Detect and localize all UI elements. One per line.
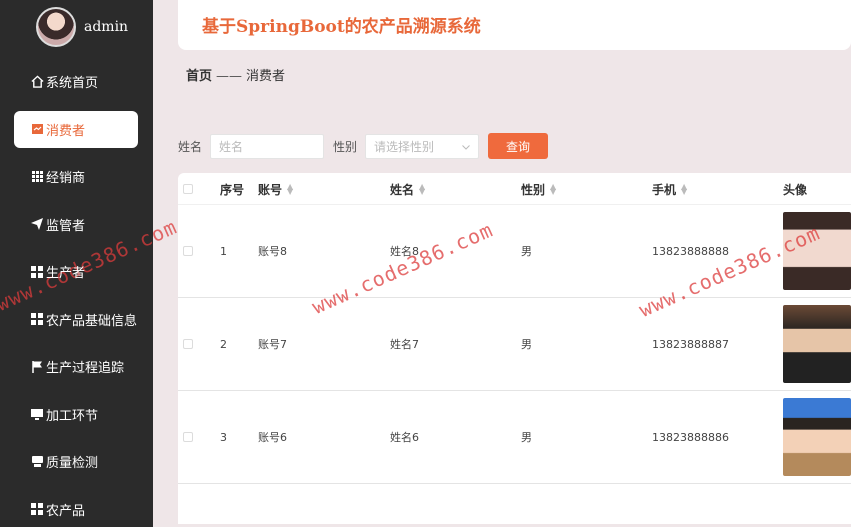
- breadcrumb-home[interactable]: 首页: [186, 69, 212, 84]
- sidebar-item-label: 经销商: [46, 171, 86, 187]
- sidebar-item-label: 系统首页: [46, 76, 99, 92]
- cell-account: 账号8: [258, 245, 287, 258]
- cell-account: 账号6: [258, 431, 287, 444]
- grid-icon: [30, 265, 44, 279]
- avatar-photo[interactable]: [783, 212, 851, 290]
- sidebar-item-label: 监管者: [46, 218, 86, 234]
- table-row[interactable]: 1 账号8 姓名8 男 13823888888: [178, 205, 851, 298]
- user-info[interactable]: admin: [36, 7, 128, 47]
- grid-icon: [30, 170, 44, 184]
- select-all-checkbox[interactable]: [183, 173, 193, 205]
- cell-name: 姓名6: [390, 431, 419, 444]
- cell-gender: 男: [521, 431, 532, 444]
- breadcrumb: 首页 —— 消费者: [186, 65, 285, 84]
- monitor-icon: [30, 407, 44, 421]
- cell-avatar: [783, 298, 851, 390]
- sidebar-item-home[interactable]: 系统首页: [0, 58, 153, 106]
- sort-icon[interactable]: ▲ ▼: [550, 183, 556, 196]
- cell-index: 2: [220, 337, 227, 351]
- row-checkbox[interactable]: [183, 298, 193, 390]
- cell-name: 姓名8: [390, 245, 419, 258]
- sidebar-item-processing[interactable]: 加工环节: [0, 391, 153, 439]
- avatar-photo[interactable]: [783, 398, 851, 476]
- column-header-account[interactable]: 账号 ▲ ▼: [258, 173, 293, 205]
- sidebar-item-label: 农产品基础信息: [46, 313, 138, 329]
- grid-icon: [30, 502, 44, 516]
- username: admin: [84, 19, 129, 35]
- breadcrumb-separator: ——: [216, 69, 243, 84]
- header: 基于SpringBoot的农产品溯源系统: [178, 0, 851, 50]
- cell-index: 3: [220, 430, 227, 444]
- sidebar-item-dealer[interactable]: 经销商: [0, 153, 153, 201]
- column-header-index: 序号: [220, 182, 245, 197]
- breadcrumb-current: 消费者: [246, 69, 286, 84]
- table-row[interactable]: [178, 484, 851, 524]
- table-row[interactable]: 2 账号7 姓名7 男 13823888887: [178, 298, 851, 391]
- sidebar-item-label: 消费者: [46, 123, 86, 139]
- cell-index: 1: [220, 244, 227, 258]
- sidebar-item-quality-check[interactable]: 质量检测: [0, 438, 153, 486]
- avatar-photo[interactable]: [783, 305, 851, 383]
- cell-phone: 13823888886: [652, 430, 729, 444]
- cell-gender: 男: [521, 338, 532, 351]
- chevron-down-icon: [462, 139, 470, 153]
- sidebar-item-label: 质量检测: [46, 456, 99, 472]
- cell-avatar: [783, 391, 851, 483]
- sidebar-item-supervisor[interactable]: 监管者: [0, 201, 153, 249]
- table-row[interactable]: 3 账号6 姓名6 男 13823888886: [178, 391, 851, 484]
- grid-icon: [30, 312, 44, 326]
- column-header-phone[interactable]: 手机 ▲ ▼: [652, 173, 687, 205]
- page-title: 基于SpringBoot的农产品溯源系统: [202, 17, 481, 37]
- consumer-icon: [30, 122, 44, 136]
- sidebar-item-label: 生产者: [46, 266, 86, 282]
- column-header-name[interactable]: 姓名 ▲ ▼: [390, 173, 425, 205]
- sidebar-item-production-tracking[interactable]: 生产过程追踪: [0, 343, 153, 391]
- query-button[interactable]: 查询: [488, 133, 549, 159]
- name-input[interactable]: 姓名: [210, 133, 325, 159]
- sidebar-item-products[interactable]: 农产品: [0, 486, 153, 527]
- send-icon: [30, 217, 44, 231]
- sort-icon[interactable]: ▲ ▼: [287, 183, 293, 196]
- cell-gender: 男: [521, 245, 532, 258]
- row-checkbox[interactable]: [183, 391, 193, 483]
- cell-phone: 13823888887: [652, 337, 729, 351]
- cell-name: 姓名7: [390, 338, 419, 351]
- name-label: 姓名: [178, 139, 203, 154]
- data-table: 序号 账号 ▲ ▼ 姓名 ▲ ▼ 性别 ▲ ▼ 手机 ▲ ▼ 头像 1 账号8 姓名8 男 13…: [178, 173, 851, 524]
- name-input-placeholder: 姓名: [219, 139, 244, 154]
- gender-label: 性别: [333, 139, 358, 154]
- sidebar-item-label: 加工环节: [46, 408, 99, 424]
- sidebar-nav: 系统首页 消费者 经销商 监管者 生产者 农产品基础信息 生产过程追踪 加工环节…: [0, 58, 153, 527]
- gender-select[interactable]: 请选择性别: [365, 133, 480, 159]
- gender-select-placeholder: 请选择性别: [374, 139, 435, 154]
- sort-icon[interactable]: ▲ ▼: [681, 183, 687, 196]
- row-checkbox[interactable]: [183, 205, 193, 297]
- sort-icon[interactable]: ▲ ▼: [419, 183, 425, 196]
- sidebar-item-producer[interactable]: 生产者: [0, 248, 153, 296]
- sidebar-item-label: 农产品: [46, 503, 86, 519]
- print-icon: [30, 455, 44, 469]
- column-header-gender[interactable]: 性别 ▲ ▼: [521, 173, 556, 205]
- avatar[interactable]: [36, 7, 76, 47]
- column-header-avatar: 头像: [783, 182, 808, 197]
- sidebar-item-label: 生产过程追踪: [46, 361, 125, 377]
- home-icon: [30, 75, 44, 89]
- sidebar: admin 系统首页 消费者 经销商 监管者 生产者 农产品基础信息 生产过程追…: [0, 0, 153, 527]
- table-header: 序号 账号 ▲ ▼ 姓名 ▲ ▼ 性别 ▲ ▼ 手机 ▲ ▼ 头像: [178, 173, 851, 205]
- cell-avatar: [783, 205, 851, 297]
- flag-icon: [30, 360, 44, 374]
- cell-phone: 13823888888: [652, 244, 729, 258]
- sidebar-item-product-basic-info[interactable]: 农产品基础信息: [0, 296, 153, 344]
- sidebar-item-consumer[interactable]: 消费者: [0, 106, 153, 154]
- search-bar: 姓名 姓名 性别 请选择性别 查询: [178, 133, 549, 159]
- cell-account: 账号7: [258, 338, 287, 351]
